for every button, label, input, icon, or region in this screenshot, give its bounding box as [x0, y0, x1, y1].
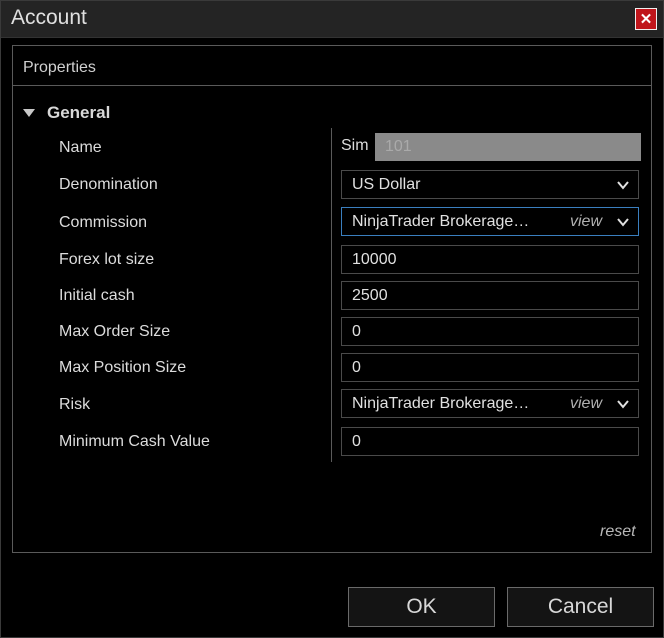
chevron-down-icon [617, 217, 629, 227]
cancel-button-label: Cancel [547, 595, 614, 618]
risk-view-link[interactable]: view [570, 395, 602, 413]
label-commission: Commission [59, 214, 148, 231]
commission-view-link[interactable]: view [570, 213, 602, 231]
reset-link[interactable]: reset [600, 523, 636, 541]
properties-panel: Properties General Name Denomination Com… [12, 45, 652, 553]
name-prefix: Sim [341, 137, 369, 154]
group-general-toggle[interactable]: General [23, 103, 111, 122]
label-denomination: Denomination [59, 176, 158, 193]
denomination-value: US Dollar [352, 175, 421, 193]
collapse-triangle-icon [23, 109, 35, 117]
risk-select[interactable]: NinjaTrader Brokerage… view [341, 389, 639, 418]
initial-cash-value: 2500 [352, 286, 388, 304]
label-minimum-cash-value: Minimum Cash Value [59, 433, 210, 450]
forex-lot-size-value: 10000 [352, 250, 397, 268]
chevron-down-icon [617, 399, 629, 409]
ok-button-label: OK [406, 595, 437, 618]
group-label: General [47, 103, 111, 122]
initial-cash-input[interactable]: 2500 [341, 281, 639, 310]
close-icon: ✕ [639, 10, 653, 28]
commission-value: NinjaTrader Brokerage… [352, 212, 530, 230]
window-title: Account [11, 6, 87, 29]
denomination-select[interactable]: US Dollar [341, 170, 639, 199]
label-forex-lot-size: Forex lot size [59, 251, 155, 268]
label-name: Name [59, 139, 102, 156]
minimum-cash-value-value: 0 [352, 432, 361, 450]
name-value: 101 [385, 138, 412, 155]
label-risk: Risk [59, 396, 91, 413]
close-button[interactable]: ✕ [635, 8, 657, 30]
max-position-size-value: 0 [352, 358, 361, 376]
chevron-down-icon [617, 180, 629, 190]
label-max-position-size: Max Position Size [59, 359, 187, 376]
panel-title: Properties [23, 59, 96, 76]
max-order-size-input[interactable]: 0 [341, 317, 639, 346]
commission-select[interactable]: NinjaTrader Brokerage… view [341, 207, 639, 236]
name-field: 101 [375, 133, 641, 161]
minimum-cash-value-input[interactable]: 0 [341, 427, 639, 456]
max-position-size-input[interactable]: 0 [341, 353, 639, 382]
panel-header: Properties [13, 46, 651, 86]
forex-lot-size-input[interactable]: 10000 [341, 245, 639, 274]
risk-value: NinjaTrader Brokerage… [352, 394, 530, 412]
label-initial-cash: Initial cash [59, 287, 135, 304]
column-divider[interactable] [331, 128, 332, 462]
ok-button[interactable]: OK [348, 587, 495, 627]
title-bar: Account ✕ [1, 1, 663, 38]
label-max-order-size: Max Order Size [59, 323, 171, 340]
max-order-size-value: 0 [352, 322, 361, 340]
cancel-button[interactable]: Cancel [507, 587, 654, 627]
